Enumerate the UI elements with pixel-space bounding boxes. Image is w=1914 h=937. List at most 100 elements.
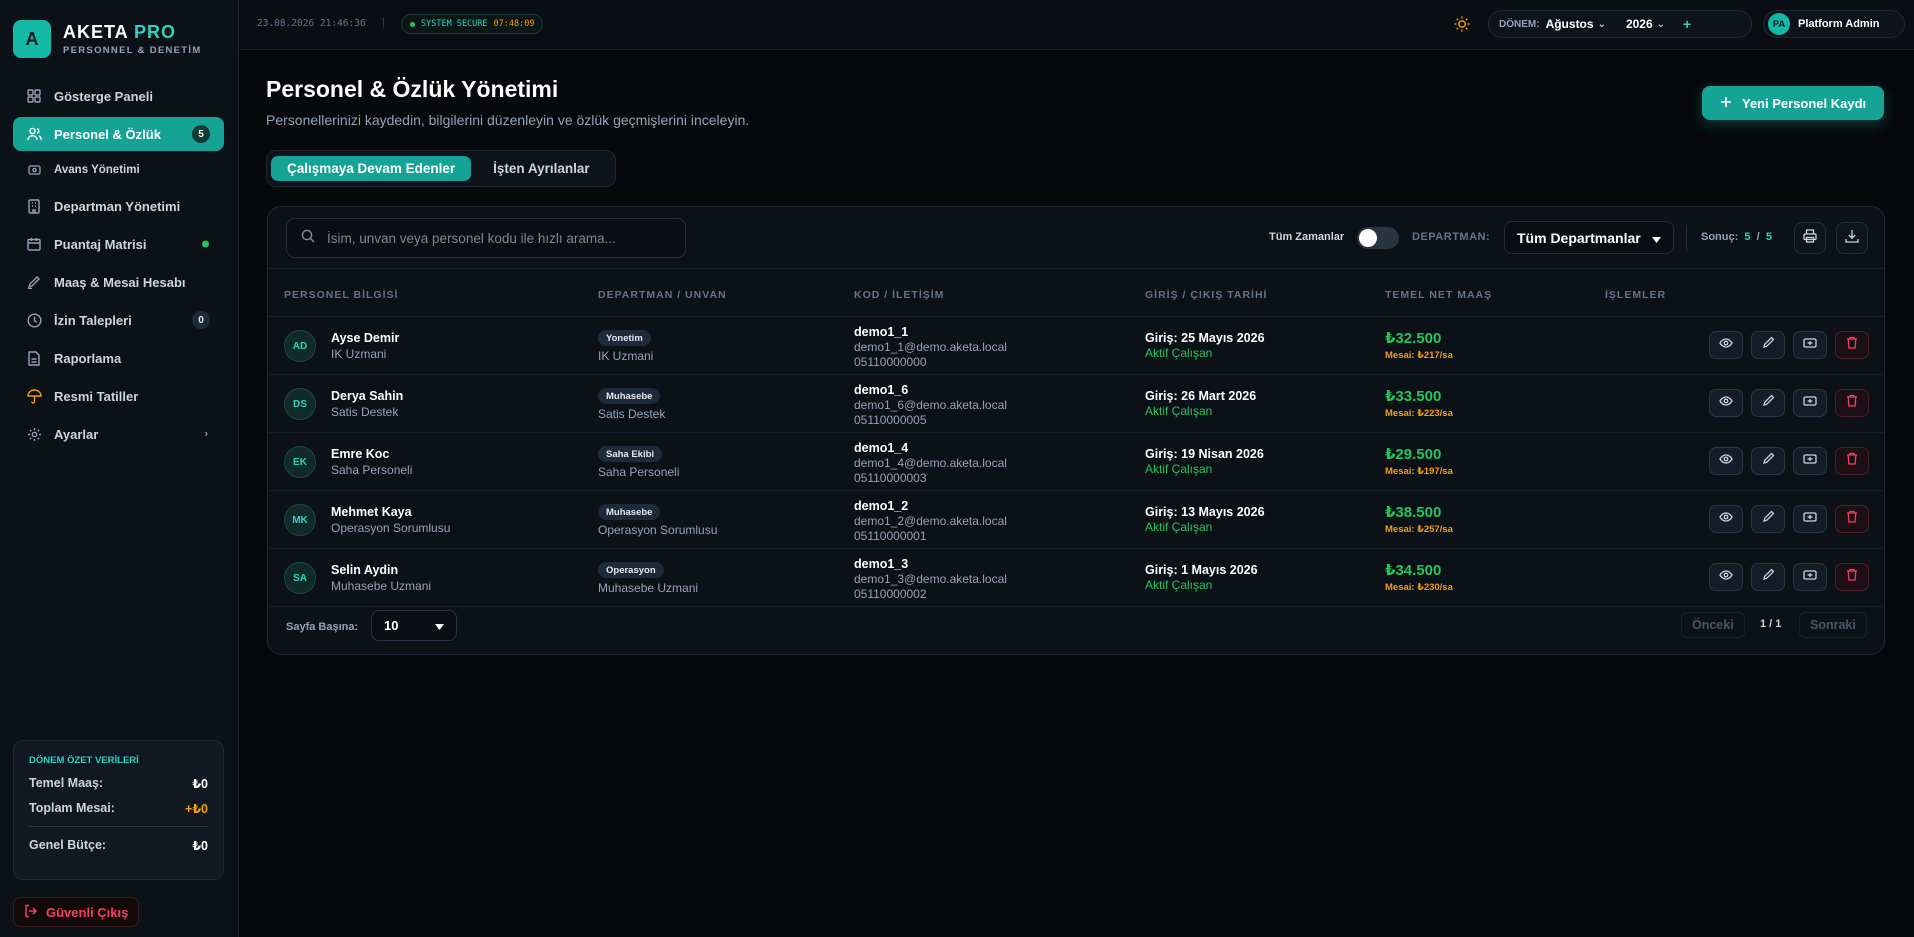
printer-icon [1803,228,1817,248]
search-input[interactable] [327,230,667,246]
delete-button[interactable] [1835,447,1869,475]
column-header[interactable]: PERSONEL BİLGİSİ [284,289,398,301]
entry-date: Giriş: 25 Mayıs 2026 [1145,331,1265,345]
secure-time: 07:48:09 [493,19,535,29]
topbar: 23.08.2026 21:46:36 | SYSTEM SECURE 07:4… [239,0,1914,50]
advance-button[interactable] [1793,563,1827,591]
sidebar-item-dashboard[interactable]: Gösterge Paneli [13,79,224,113]
employee-title: IK Uzmani [331,347,387,361]
table-row[interactable]: AD Ayse Demir IK Uzmani Yonetim IK Uzmani dem… [268,317,1884,375]
next-page-button[interactable]: Sonraki [1799,612,1867,638]
new-personnel-label: Yeni Personel Kaydı [1741,95,1867,111]
pagination-bar: Sayfa Başına: 10 Önceki 1 / 1 Sonraki [268,599,1884,654]
logout-button[interactable]: Güvenli Çıkış [13,897,140,927]
net-salary: ₺34.500 [1385,562,1442,579]
sidebar-item-salary[interactable]: Maaş & Mesai Hesabı [13,265,224,299]
sidebar-item-departments[interactable]: Departman Yönetimi [13,189,224,223]
tab-former-employees[interactable]: İşten Ayrılanlar [477,156,606,181]
view-button[interactable] [1709,389,1743,417]
sidebar-item-label: İzin Talepleri [54,312,132,328]
sidebar-item-settings[interactable]: Ayarlar › [13,417,224,451]
add-period-button[interactable]: + [1683,16,1691,32]
new-personnel-button[interactable]: Yeni Personel Kaydı [1702,86,1884,120]
employee-email: demo1_3@demo.aketa.local [854,572,1007,586]
datetime: 23.08.2026 21:46:36 [257,18,366,29]
table-row[interactable]: EK Emre Koc Saha Personeli Saha Ekibi Saha P… [268,433,1884,491]
search-box [286,218,686,258]
avatar: AD [284,330,316,362]
table-row[interactable]: MK Mehmet Kaya Operasyon Sorumlusu Muhasebe… [268,491,1884,549]
edit-button[interactable] [1751,331,1785,359]
filter-bar: Tüm Zamanlar DEPARTMAN: Tüm Departmanlar… [268,207,1884,269]
previous-page-button[interactable]: Önceki [1681,612,1745,638]
export-button[interactable] [1836,222,1868,254]
delete-button[interactable] [1835,505,1869,533]
employee-name[interactable]: Selin Aydin [331,563,398,577]
sidebar-item-personnel[interactable]: Personel & Özlük 5 [13,117,224,151]
delete-button[interactable] [1835,389,1869,417]
column-header[interactable]: GİRİŞ / ÇIKIŞ TARİHİ [1145,289,1267,301]
summary-overtime-label: Toplam Mesai: [29,801,115,815]
view-button[interactable] [1709,331,1743,359]
sidebar-item-leave[interactable]: İzin Talepleri 0 [13,303,224,337]
employment-status: Aktif Çalışan [1145,462,1213,476]
employee-name[interactable]: Emre Koc [331,447,389,461]
page-title: Personel & Özlük Yönetimi [266,76,559,102]
avatar: SA [284,562,316,594]
table-row[interactable]: DS Derya Sahin Satis Destek Muhasebe Satis D… [268,375,1884,433]
employee-name[interactable]: Ayse Demir [331,331,399,345]
employee-name[interactable]: Derya Sahin [331,389,403,403]
chevron-down-icon: ⌄ [1597,18,1606,30]
sidebar-item-label: Gösterge Paneli [54,88,153,104]
brand-name: AKETA PRO [63,22,202,43]
avatar: MK [284,504,316,536]
employment-status: Aktif Çalışan [1145,404,1213,418]
view-button[interactable] [1709,447,1743,475]
department-badge: Muhasebe [598,504,661,520]
print-button[interactable] [1794,222,1826,254]
year-select[interactable]: 2026 [1626,17,1653,31]
advance-button[interactable] [1793,447,1827,475]
sidebar-item-holidays[interactable]: Resmi Tatiller [13,379,224,413]
month-select[interactable]: Ağustos [1546,17,1594,31]
sidebar-item-label: Raporlama [54,350,122,366]
edit-button[interactable] [1751,563,1785,591]
employment-status: Aktif Çalışan [1145,578,1213,592]
column-header[interactable]: TEMEL NET MAAŞ [1385,289,1492,301]
summary-budget-row: Genel Bütçe: ₺0 [29,838,208,853]
edit-button[interactable] [1751,389,1785,417]
advance-button[interactable] [1793,505,1827,533]
column-header[interactable]: DEPARTMAN / UNVAN [598,289,727,301]
theme-toggle-sun-icon[interactable] [1453,15,1471,33]
eye-icon [1719,394,1733,413]
department-select[interactable]: Tüm Departmanlar [1504,221,1674,254]
tab-active-employees[interactable]: Çalışmaya Devam Edenler [271,156,472,181]
sidebar-item-reports[interactable]: Raporlama [13,341,224,375]
view-button[interactable] [1709,563,1743,591]
delete-button[interactable] [1835,331,1869,359]
eye-icon [1719,336,1733,355]
report-icon [26,350,42,366]
view-button[interactable] [1709,505,1743,533]
sidebar-item-label: Puantaj Matrisi [54,236,147,252]
per-page-select[interactable]: 10 [371,610,457,641]
edit-button[interactable] [1751,505,1785,533]
status-dot [202,240,209,248]
system-status-badge: SYSTEM SECURE 07:48:09 [401,14,544,34]
result-separator: / [1756,231,1760,243]
all-time-toggle[interactable] [1357,227,1399,249]
employee-name[interactable]: Mehmet Kaya [331,505,412,519]
advance-button[interactable] [1793,331,1827,359]
delete-button[interactable] [1835,563,1869,591]
column-header[interactable]: KOD / İLETİŞİM [854,289,944,301]
logout-label: Güvenli Çıkış [46,904,129,920]
entry-date: Giriş: 1 Mayıs 2026 [1145,563,1258,577]
advance-button[interactable] [1793,389,1827,417]
pen-icon [26,274,42,290]
sidebar-item-timesheet[interactable]: Puantaj Matrisi [13,227,224,261]
edit-button[interactable] [1751,447,1785,475]
brand[interactable]: A AKETA PRO PERSONNEL & DENETİM [13,20,202,58]
user-menu[interactable]: PA Platform Admin [1763,10,1905,38]
overtime-rate: Mesai: ₺217/sa [1385,350,1453,361]
sidebar-item-advances[interactable]: Avans Yönetimi [13,155,224,185]
